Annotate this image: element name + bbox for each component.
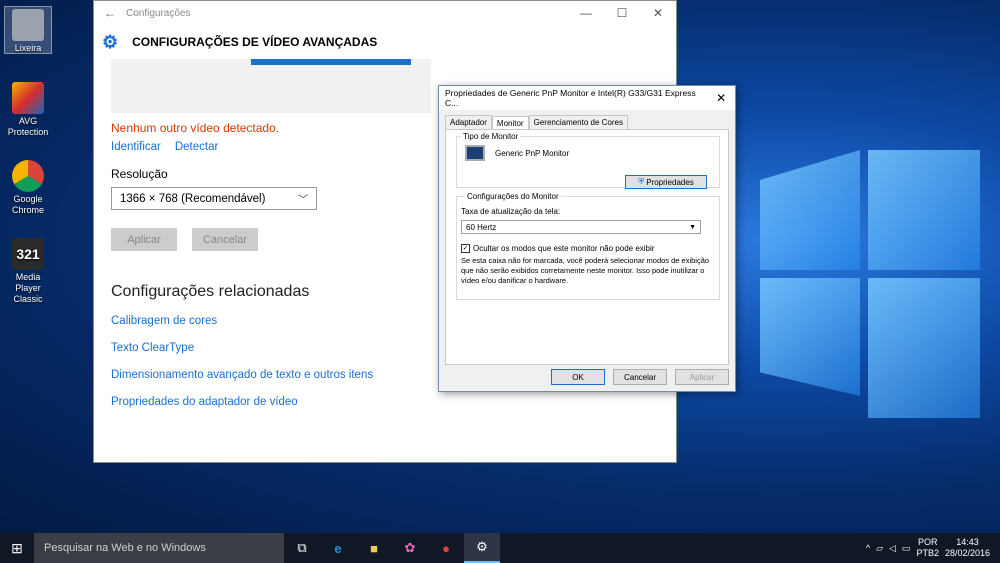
monitor-settings-legend: Configurações do Monitor <box>467 192 559 201</box>
adapter-properties-link[interactable]: Propriedades do adaptador de vídeo <box>111 396 676 408</box>
start-button[interactable]: ⊞ <box>0 540 34 557</box>
page-title: CONFIGURAÇÕES DE VÍDEO AVANÇADAS <box>132 35 378 49</box>
gear-icon: ⚙ <box>476 539 488 554</box>
keyboard-code: PTB2 <box>916 548 939 558</box>
apply-button[interactable]: Aplicar <box>675 369 729 385</box>
dialog-title: Propriedades de Generic PnP Monitor e In… <box>445 88 696 108</box>
language-indicator[interactable]: POR PTB2 <box>916 537 939 559</box>
monitor-tab-panel: Tipo de Monitor Generic PnP Monitor ⛨ Pr… <box>445 129 729 365</box>
hide-modes-checkbox[interactable]: ✓ <box>461 244 470 253</box>
refresh-rate-select[interactable]: 60 Hertz ▼ <box>461 220 701 234</box>
ok-button[interactable]: OK <box>551 369 605 385</box>
dialog-tabs: Adaptador Monitor Gerenciamento de Cores <box>445 115 735 130</box>
desktop-icon-media-player[interactable]: 321 Media Player Classic <box>4 236 52 305</box>
warning-text: Se esta caixa não for marcada, você pode… <box>461 256 710 285</box>
properties-button-label: Propriedades <box>646 177 694 187</box>
task-view-icon: ⧉ <box>297 540 307 555</box>
windows-icon: ⊞ <box>11 539 23 556</box>
cancel-button[interactable]: Cancelar <box>192 228 258 251</box>
settings-header: ⚙ CONFIGURAÇÕES DE VÍDEO AVANÇADAS <box>94 25 676 59</box>
edge-icon: e <box>334 540 342 556</box>
shield-icon: ⛨ <box>638 177 645 186</box>
tab-color-management[interactable]: Gerenciamento de Cores <box>528 115 628 129</box>
paint-icon: ✿ <box>404 540 416 555</box>
resolution-value: 1366 × 768 (Recomendável) <box>120 192 266 205</box>
desktop-icon-avg[interactable]: AVG Protection <box>4 80 52 138</box>
monitor-settings-group: Configurações do Monitor Taxa de atualiz… <box>456 192 720 300</box>
desktop-icon-label: Media Player Classic <box>13 272 43 304</box>
hide-modes-checkbox-row[interactable]: ✓ Ocultar os modos que este monitor não … <box>461 244 715 253</box>
desktop-icon-label: AVG Protection <box>7 116 49 137</box>
monitor-type-legend: Tipo de Monitor <box>463 132 519 141</box>
monitor-type-group: Tipo de Monitor Generic PnP Monitor ⛨ Pr… <box>456 132 720 189</box>
tab-adapter[interactable]: Adaptador <box>445 115 492 129</box>
taskbar-paint[interactable]: ✿ <box>392 533 428 563</box>
network-icon[interactable]: ▱ <box>876 543 883 554</box>
display-preview-selection[interactable] <box>251 59 411 65</box>
clock[interactable]: 14:43 28/02/2016 <box>945 537 990 559</box>
task-view-button[interactable]: ⧉ <box>284 533 320 563</box>
chevron-down-icon: ﹀ <box>298 195 308 206</box>
folder-icon: ■ <box>370 540 378 556</box>
chrome-icon: ● <box>442 540 450 556</box>
resolution-dropdown[interactable]: 1366 × 768 (Recomendável) ﹀ <box>111 187 317 210</box>
monitor-name: Generic PnP Monitor <box>495 148 570 158</box>
chevron-down-icon: ▼ <box>689 223 696 231</box>
taskbar: ⊞ Pesquisar na Web e no Windows ⧉ e ■ ✿ … <box>0 533 1000 563</box>
clock-date: 28/02/2016 <box>944 548 990 558</box>
desktop-icon-label: Google Chrome <box>11 194 44 215</box>
close-icon[interactable]: ✕ <box>640 6 676 20</box>
notification-icon[interactable]: ▭ <box>902 543 911 554</box>
refresh-rate-label: Taxa de atualização da tela: <box>461 207 561 216</box>
search-placeholder: Pesquisar na Web e no Windows <box>44 542 206 554</box>
search-box[interactable]: Pesquisar na Web e no Windows <box>34 533 284 563</box>
monitor-icon <box>465 145 485 161</box>
settings-window-title: Configurações <box>126 7 191 19</box>
close-icon[interactable]: ✕ <box>707 91 735 105</box>
identify-link[interactable]: Identificar <box>111 141 161 153</box>
chrome-icon <box>12 160 44 192</box>
minimize-icon[interactable]: — <box>568 6 604 20</box>
gear-icon: ⚙ <box>102 31 119 52</box>
desktop-icon-recycle-bin[interactable]: Lixeira <box>4 6 52 54</box>
display-preview <box>111 59 431 113</box>
taskbar-chrome[interactable]: ● <box>428 533 464 563</box>
detect-link[interactable]: Detectar <box>175 141 218 153</box>
avg-icon <box>12 82 44 114</box>
taskbar-edge[interactable]: e <box>320 533 356 563</box>
taskbar-settings[interactable]: ⚙ <box>464 533 500 563</box>
system-tray: ^ ▱ ◁ ▭ POR PTB2 14:43 28/02/2016 <box>866 537 1000 559</box>
dialog-titlebar: Propriedades de Generic PnP Monitor e In… <box>439 86 735 110</box>
tab-monitor[interactable]: Monitor <box>491 116 529 130</box>
language-code: POR <box>917 537 938 547</box>
maximize-icon[interactable]: ☐ <box>604 6 640 20</box>
monitor-properties-dialog: Propriedades de Generic PnP Monitor e In… <box>438 85 736 392</box>
taskbar-file-explorer[interactable]: ■ <box>356 533 392 563</box>
recycle-bin-icon <box>12 9 44 41</box>
desktop-icon-label: Lixeira <box>14 43 42 53</box>
settings-titlebar: ← Configurações — ☐ ✕ <box>94 1 676 25</box>
chevron-up-icon[interactable]: ^ <box>866 543 870 553</box>
hide-modes-label: Ocultar os modos que este monitor não po… <box>473 244 655 253</box>
media-player-icon: 321 <box>12 238 44 270</box>
volume-icon[interactable]: ◁ <box>889 543 896 554</box>
clock-time: 14:43 <box>956 537 979 547</box>
windows-logo-wallpaper <box>720 150 980 420</box>
desktop-icon-chrome[interactable]: Google Chrome <box>4 158 52 216</box>
refresh-rate-value: 60 Hertz <box>466 222 497 232</box>
apply-button[interactable]: Aplicar <box>111 228 177 251</box>
cancel-button[interactable]: Cancelar <box>613 369 667 385</box>
properties-button[interactable]: ⛨ Propriedades <box>625 175 707 189</box>
back-arrow-icon[interactable]: ← <box>94 6 126 20</box>
